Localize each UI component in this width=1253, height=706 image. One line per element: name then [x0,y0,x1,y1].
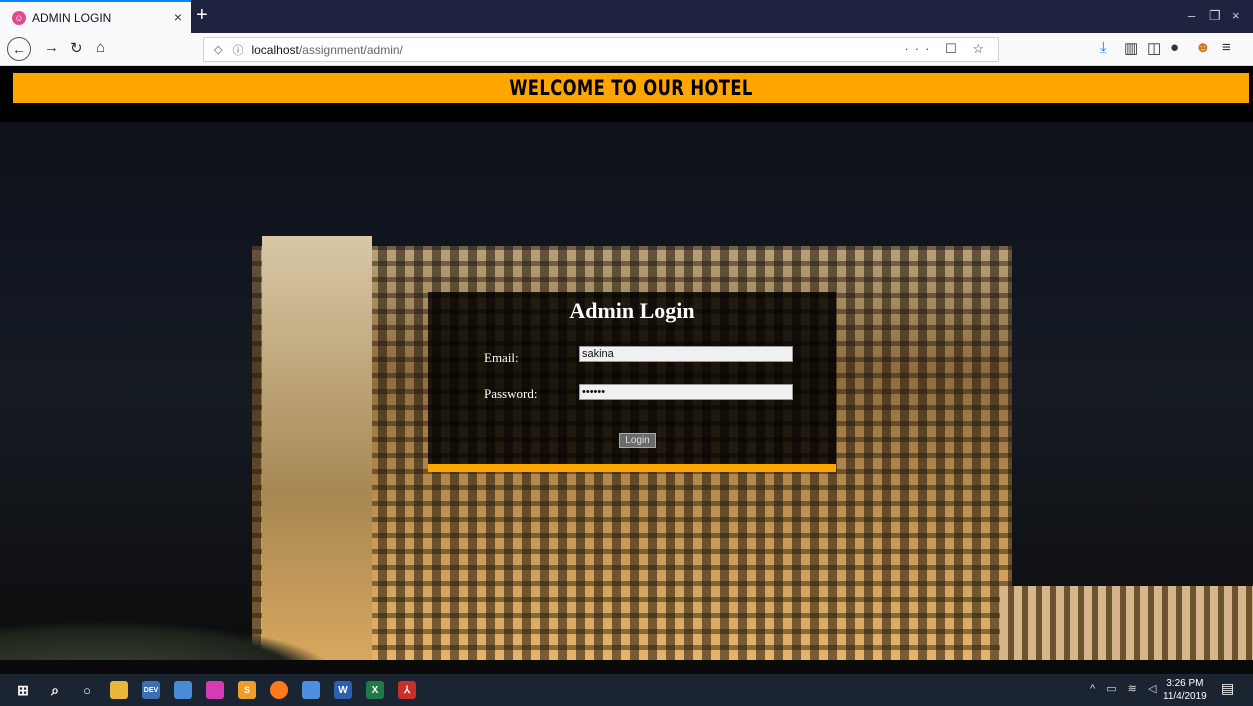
url-path: /assignment/admin/ [298,42,403,57]
login-button[interactable]: Login [619,433,656,448]
banner-area: WELCOME TO OUR HOTEL [0,66,1253,122]
app2-icon[interactable] [302,681,320,699]
nav-bar: ← → ↻ ⌂ ◇ ⓘ localhost/assignment/admin/ … [0,33,1253,66]
url-bar[interactable]: ◇ ⓘ localhost/assignment/admin/ ··· ☐ ☆ [203,37,999,62]
email-label: Email: [484,350,519,365]
tab-bar: ☺ ADMIN LOGIN × + – ❐ × [0,0,1253,33]
hotel-tower-image [262,236,372,666]
page-bottom-strip [0,660,1253,674]
back-icon[interactable]: ← [7,37,31,61]
acrobat-icon[interactable]: ⅄ [398,681,416,699]
password-label: Password: [484,386,538,401]
system-tray[interactable]: ^ ▭ ≋ ◁ [1090,682,1160,695]
tab-close-icon[interactable]: × [174,9,182,25]
email-field[interactable] [579,346,793,362]
extension-icon[interactable]: ● [1170,39,1179,56]
download-icon[interactable]: ⤓ [1100,39,1107,56]
browser-tab[interactable]: ☺ ADMIN LOGIN × [0,0,191,33]
hotel-right-wing-image [1000,586,1253,666]
url-host: localhost [251,42,299,57]
notification-icon[interactable]: ▤ [1221,680,1234,697]
word-icon[interactable]: W [334,681,352,699]
windows-icon[interactable]: ⊞ [14,681,32,699]
notepad-icon[interactable] [174,681,192,699]
tab-title: ADMIN LOGIN [32,10,112,25]
page-content: WELCOME TO OUR HOTEL Admin Login Email: … [0,66,1253,674]
info-icon[interactable]: ⓘ [232,42,243,58]
clock-date: 11/4/2019 [1163,691,1207,702]
search-icon[interactable]: ⌕ [46,681,64,699]
excel-icon[interactable]: X [366,681,384,699]
home-icon[interactable]: ⌂ [96,39,105,56]
devc-icon[interactable]: DEV [142,681,160,699]
clock[interactable]: 3:26 PM 11/4/2019 [1163,677,1207,703]
file-explorer-icon[interactable] [110,681,128,699]
forward-icon[interactable]: → [44,39,59,56]
url-text: localhost/assignment/admin/ [251,43,402,57]
clock-time: 3:26 PM [1166,678,1204,689]
minimize-icon[interactable]: – [1188,8,1195,23]
tab-favicon-icon: ☺ [12,10,26,25]
login-title: Admin Login [569,298,695,323]
profile-icon[interactable]: ☻ [1195,39,1211,56]
password-field[interactable] [579,384,793,400]
welcome-banner: WELCOME TO OUR HOTEL [13,73,1249,103]
sublime-icon[interactable]: S [238,681,256,699]
sidebar-icon[interactable]: ◫ [1147,39,1161,57]
page-actions[interactable]: ··· ☐ ☆ [904,41,990,57]
login-accent-bar [428,464,836,472]
cortana-icon[interactable]: ○ [78,681,96,699]
firefox-icon[interactable] [270,681,288,699]
window-close-icon[interactable]: × [1232,8,1240,23]
library-icon[interactable]: ▥ [1124,39,1138,57]
restore-icon[interactable]: ❐ [1209,8,1221,24]
banner-title: WELCOME TO OUR HOTEL [509,76,753,100]
taskbar: ⊞ ⌕ ○ DEV S W X ⅄ ^ ▭ ≋ ◁ 3:26 PM 11/4/2… [0,674,1253,706]
reload-icon[interactable]: ↻ [70,39,83,57]
shield-icon[interactable]: ◇ [214,43,222,56]
login-panel: Admin Login Email: Password: Login [428,292,836,472]
menu-icon[interactable]: ≡ [1222,39,1231,56]
new-tab-icon[interactable]: + [196,4,208,27]
app-icon[interactable] [206,681,224,699]
